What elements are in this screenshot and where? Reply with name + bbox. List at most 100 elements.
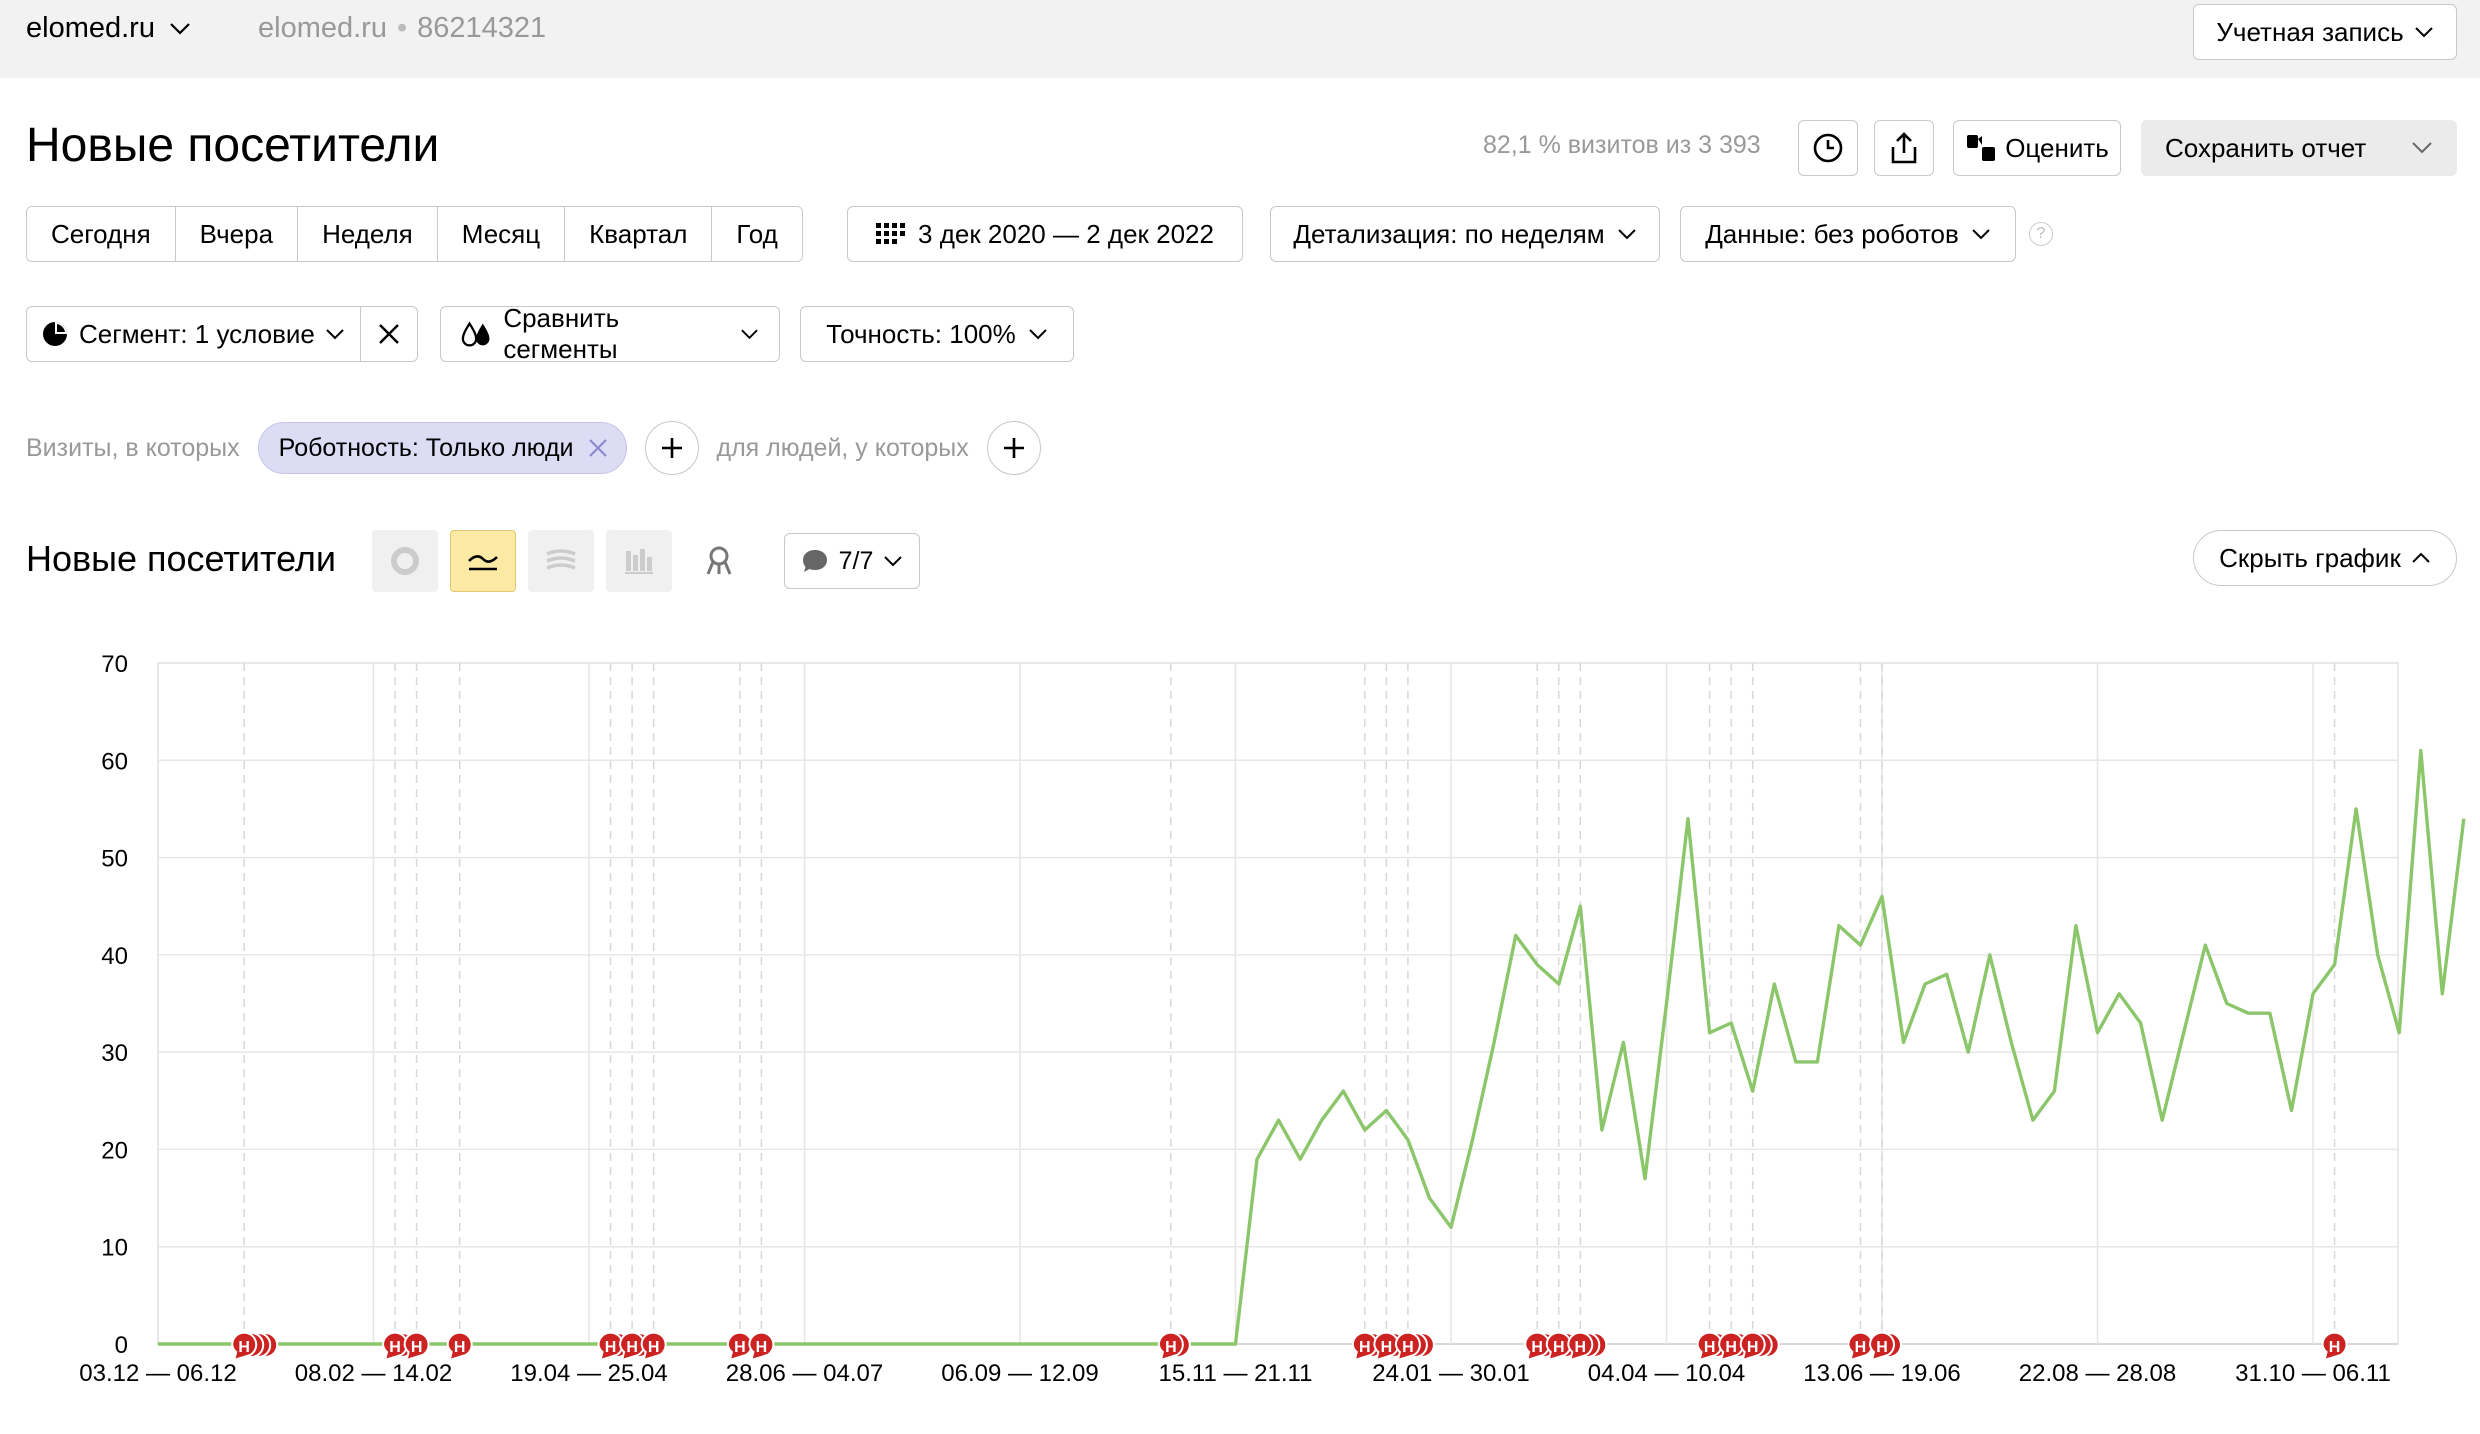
robot-filter-label: Роботность: Только люди bbox=[278, 433, 574, 462]
clock-icon bbox=[1813, 133, 1843, 163]
bar-chart-icon bbox=[625, 549, 653, 574]
note-marker-label: Н bbox=[1165, 1339, 1177, 1356]
note-marker-stack bbox=[1552, 1332, 1579, 1358]
segment-control: Сегмент: 1 условие bbox=[26, 306, 418, 362]
notes-count: 7/7 bbox=[838, 546, 874, 575]
note-markers: НННННННННННННННННННННН bbox=[231, 1331, 2348, 1362]
period-week[interactable]: Неделя bbox=[298, 207, 438, 261]
add-visit-condition-button[interactable] bbox=[644, 421, 699, 475]
account-button[interactable]: Учетная запись bbox=[2193, 4, 2457, 60]
note-marker: Н bbox=[1696, 1331, 1723, 1362]
note-marker-stack bbox=[238, 1332, 265, 1358]
site-name: elomed.ru bbox=[26, 12, 155, 44]
notes-selector[interactable]: 7/7 bbox=[784, 533, 920, 589]
chart-type-area-button[interactable] bbox=[528, 530, 594, 592]
note-marker: Н bbox=[2321, 1331, 2348, 1362]
y-tick-label: 20 bbox=[101, 1137, 128, 1164]
note-marker-stack bbox=[1581, 1332, 1608, 1358]
y-tick-label: 60 bbox=[101, 748, 128, 775]
note-marker-stack bbox=[1703, 1332, 1730, 1358]
chart-type-bar-button[interactable] bbox=[606, 530, 672, 592]
note-marker-label: Н bbox=[648, 1339, 660, 1356]
note-marker: Н bbox=[619, 1331, 646, 1362]
note-marker: Н bbox=[403, 1331, 430, 1362]
chart-type-map-button[interactable] bbox=[686, 530, 752, 592]
segment-button[interactable]: Сегмент: 1 условие bbox=[27, 307, 361, 361]
note-marker-label: Н bbox=[454, 1339, 466, 1356]
date-range-picker[interactable]: 3 дек 2020 — 2 дек 2022 bbox=[847, 206, 1243, 262]
data-selector[interactable]: Данные: без роботов bbox=[1680, 206, 2016, 262]
site-selector[interactable]: elomed.ru bbox=[26, 12, 191, 45]
save-report-button[interactable]: Сохранить отчет bbox=[2141, 120, 2457, 176]
y-tick-label: 70 bbox=[101, 651, 128, 678]
x-tick-label: 04.04 — 10.04 bbox=[1588, 1360, 1745, 1387]
pie-chart-icon bbox=[43, 322, 67, 346]
chevron-down-icon bbox=[2414, 27, 2433, 38]
note-marker: Н bbox=[382, 1331, 408, 1362]
plus-icon bbox=[1003, 438, 1024, 458]
export-button[interactable] bbox=[1874, 120, 1934, 176]
note-marker-stack bbox=[626, 1332, 653, 1358]
note-marker-stack bbox=[1408, 1332, 1435, 1358]
area-chart-icon bbox=[546, 549, 576, 570]
note-marker-label: Н bbox=[2329, 1339, 2341, 1356]
note-marker-label: Н bbox=[1553, 1339, 1565, 1356]
filter-row: Визиты, в которых Роботность: Только люд… bbox=[26, 421, 1041, 475]
x-tick-label: 28.06 — 04.07 bbox=[726, 1360, 883, 1387]
note-marker-stack bbox=[1401, 1332, 1428, 1358]
note-marker: Н bbox=[1373, 1331, 1400, 1362]
accuracy-selector[interactable]: Точность: 100% bbox=[800, 306, 1074, 362]
help-icon[interactable]: ? bbox=[2029, 222, 2053, 246]
note-marker-label: Н bbox=[1855, 1339, 1867, 1356]
rate-button[interactable]: Оценить bbox=[1953, 120, 2121, 176]
x-tick-label: 22.08 — 28.08 bbox=[2019, 1360, 2176, 1387]
chart-type-line-button[interactable] bbox=[450, 530, 516, 592]
thumbs-icon bbox=[1967, 135, 1996, 161]
add-people-condition-button[interactable] bbox=[986, 421, 1041, 475]
x-tick-label: 24.01 — 30.01 bbox=[1372, 1360, 1529, 1387]
x-tick-label: 08.02 — 14.02 bbox=[295, 1360, 452, 1387]
people-filter-label: для людей, у которых bbox=[716, 433, 969, 462]
chevron-up-icon bbox=[2412, 552, 2430, 563]
chart-type-pie-button[interactable] bbox=[372, 530, 438, 592]
compare-segments-button[interactable]: Сравнить сегменты bbox=[440, 303, 780, 364]
date-range-label: 3 дек 2020 — 2 дек 2022 bbox=[918, 218, 1214, 249]
detail-selector[interactable]: Детализация: по неделям bbox=[1270, 206, 1660, 262]
x-tick-label: 03.12 — 06.12 bbox=[79, 1360, 236, 1387]
close-icon[interactable] bbox=[588, 438, 608, 458]
note-marker-stack bbox=[252, 1332, 279, 1358]
chevron-down-icon bbox=[741, 329, 758, 340]
site-secondary: elomed.ru bbox=[258, 12, 387, 44]
chevron-down-icon bbox=[2412, 142, 2432, 154]
period-quarter[interactable]: Квартал bbox=[565, 207, 713, 261]
segment-clear-button[interactable] bbox=[361, 307, 417, 361]
compare-drops-icon bbox=[461, 321, 490, 347]
note-marker-stack bbox=[1358, 1332, 1385, 1358]
note-marker-label: Н bbox=[1402, 1339, 1414, 1356]
compare-segments-label: Сравнить сегменты bbox=[503, 303, 620, 364]
top-bar: elomed.ru elomed.ru • 86214321 Учетная зап… bbox=[0, 0, 2480, 78]
close-icon bbox=[379, 324, 399, 344]
chevron-down-icon bbox=[1029, 329, 1047, 340]
period-yesterday[interactable]: Вчера bbox=[175, 207, 299, 261]
robot-filter-chip[interactable]: Роботность: Только люди bbox=[257, 422, 627, 474]
period-today[interactable]: Сегодня bbox=[27, 207, 176, 261]
note-marker-label: Н bbox=[1876, 1339, 1888, 1356]
period-month[interactable]: Месяц bbox=[437, 207, 566, 261]
period-year[interactable]: Год bbox=[712, 207, 802, 261]
note-marker: Н bbox=[1524, 1331, 1551, 1362]
data-label: Данные: без роботов bbox=[1705, 218, 1959, 249]
chevron-down-icon bbox=[1972, 229, 1990, 240]
x-tick-label: 31.10 — 06.11 bbox=[2235, 1360, 2391, 1387]
x-tick-label: 06.09 — 12.09 bbox=[941, 1360, 1098, 1387]
hide-chart-button[interactable]: Скрыть график bbox=[2193, 530, 2457, 586]
note-marker-label: Н bbox=[626, 1339, 638, 1356]
page-title: Новые посетители bbox=[26, 119, 440, 172]
note-marker: Н bbox=[1351, 1331, 1378, 1362]
note-marker-label: Н bbox=[238, 1339, 250, 1356]
history-button[interactable] bbox=[1798, 120, 1858, 176]
counter-id: 86214321 bbox=[417, 12, 547, 44]
note-marker-label: Н bbox=[1704, 1339, 1716, 1356]
y-tick-label: 40 bbox=[101, 943, 128, 970]
detail-label: Детализация: по неделям bbox=[1293, 218, 1605, 249]
